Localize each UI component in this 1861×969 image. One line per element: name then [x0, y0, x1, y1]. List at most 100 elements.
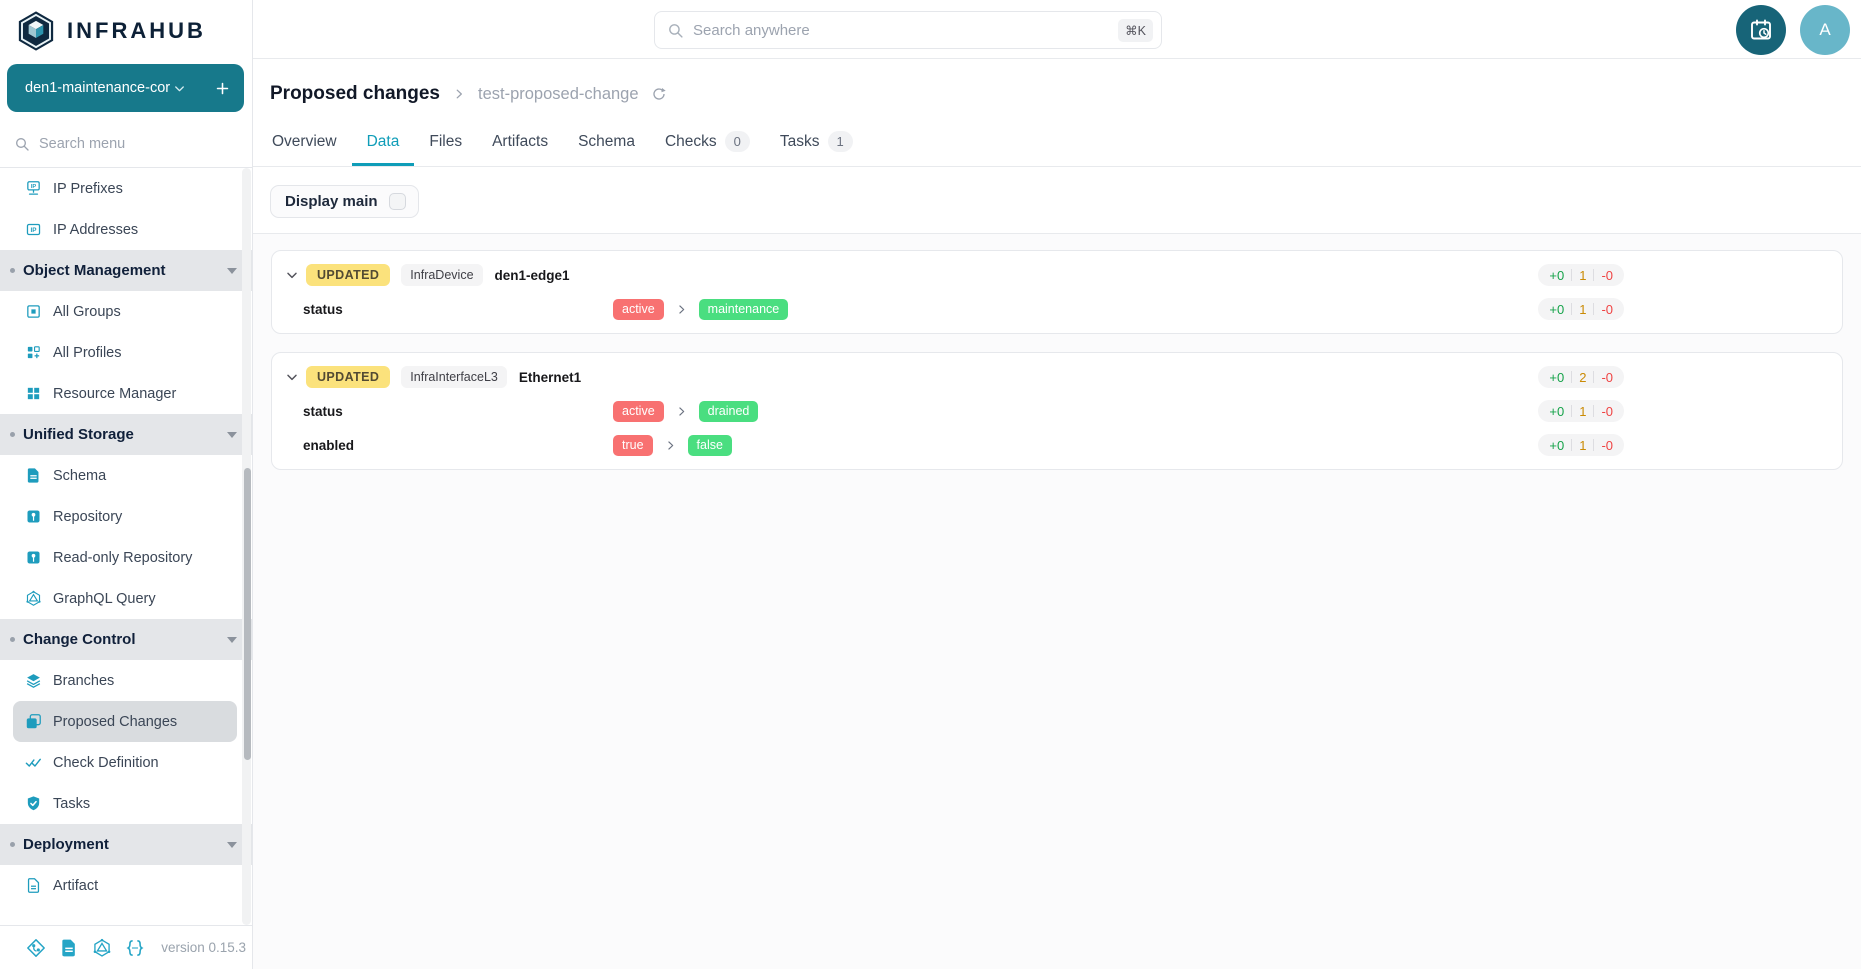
sidebar-item-tasks[interactable]: Tasks [0, 783, 252, 824]
branch-selector-value: den1-maintenance-cor [25, 80, 170, 96]
sidebar-item-repository[interactable]: Repository [0, 496, 252, 537]
all-profiles-icon [25, 344, 42, 361]
removed-count: -0 [1601, 268, 1613, 283]
breadcrumb: Proposed changes test-proposed-change [253, 59, 1861, 105]
sidebar-item-readonly-repository[interactable]: Read-only Repository [0, 537, 252, 578]
sidebar-item-all-profiles[interactable]: All Profiles [0, 332, 252, 373]
chevron-right-icon [675, 303, 688, 316]
updated-count: 1 [1579, 268, 1586, 283]
git-icon[interactable] [26, 938, 46, 958]
data-toolbar: Display main [253, 167, 1861, 233]
docs-icon[interactable] [59, 938, 79, 958]
added-count: +0 [1549, 438, 1564, 453]
tab-schema[interactable]: Schema [563, 118, 650, 166]
sidebar-menu: IP Prefixes IP Addresses Object Manageme… [0, 168, 252, 925]
diff-row-status[interactable]: status active maintenance +0 1 -0 [272, 295, 1842, 323]
graphql-sandbox-icon[interactable] [92, 938, 112, 958]
sidebar-section-change-control[interactable]: Change Control [0, 619, 252, 660]
avatar[interactable]: A [1800, 5, 1850, 55]
section-collapse-caret-icon [227, 637, 237, 643]
branch-selector[interactable]: den1-maintenance-cor [7, 64, 244, 112]
object-type-chip: InfraInterfaceL3 [401, 366, 507, 388]
object-type-chip: InfraDevice [401, 264, 482, 286]
tab-checks[interactable]: Checks 0 [650, 118, 765, 166]
global-search: ⌘K [654, 11, 1162, 49]
tab-data[interactable]: Data [352, 118, 415, 166]
json-braces-icon[interactable] [125, 938, 145, 958]
sidebar-item-all-groups[interactable]: All Groups [0, 291, 252, 332]
infrahub-hexagon-logo-icon [15, 9, 57, 53]
breadcrumb-section[interactable]: Proposed changes [270, 83, 440, 105]
change-counts-pill: +0 1 -0 [1538, 400, 1624, 422]
readonly-repository-icon [25, 549, 42, 566]
tasks-icon [25, 795, 42, 812]
sidebar-item-schema[interactable]: Schema [0, 455, 252, 496]
sidebar-item-label: Repository [53, 509, 122, 525]
diff-row-enabled[interactable]: enabled true false +0 1 -0 [272, 431, 1842, 459]
sidebar-item-ip-prefixes[interactable]: IP Prefixes [0, 168, 252, 209]
section-collapse-caret-icon [227, 842, 237, 848]
refresh-button[interactable] [651, 86, 667, 102]
sidebar-item-proposed-changes[interactable]: Proposed Changes [13, 701, 237, 742]
refresh-icon [651, 86, 667, 102]
sidebar-item-resource-manager[interactable]: Resource Manager [0, 373, 252, 414]
diff-row-status[interactable]: status active drained +0 1 -0 [272, 397, 1842, 425]
collapse-chevron-icon[interactable] [284, 267, 300, 283]
collapse-chevron-icon[interactable] [284, 369, 300, 385]
plus-icon [214, 80, 231, 97]
branches-icon [25, 672, 42, 689]
diff-card-header[interactable]: UPDATED InfraInterfaceL3 Ethernet1 +0 2 … [272, 363, 1842, 391]
added-count: +0 [1549, 404, 1564, 419]
tab-label: Overview [272, 133, 337, 151]
schedule-button[interactable] [1736, 5, 1786, 55]
chevron-down-icon [172, 81, 187, 96]
sidebar-item-graphql-query[interactable]: GraphQL Query [0, 578, 252, 619]
sidebar-item-label: Check Definition [53, 755, 159, 771]
ip-addresses-icon [25, 221, 42, 238]
tasks-count-badge: 1 [828, 131, 853, 152]
sidebar: INFRAHUB den1-maintenance-cor IP Prefixe… [0, 0, 253, 969]
breadcrumb-item: test-proposed-change [478, 85, 639, 104]
sidebar-item-label: Schema [53, 468, 106, 484]
resource-manager-icon [25, 385, 42, 402]
sidebar-scrollbar-thumb[interactable] [244, 468, 251, 760]
field-values: active drained [613, 401, 758, 422]
sidebar-item-check-definition[interactable]: Check Definition [0, 742, 252, 783]
status-badge: UPDATED [306, 264, 390, 286]
tab-files[interactable]: Files [414, 118, 477, 166]
schema-icon [25, 467, 42, 484]
change-counts-pill: +0 1 -0 [1538, 298, 1624, 320]
section-dot-icon [10, 268, 15, 273]
tab-label: Schema [578, 133, 635, 151]
tab-tasks[interactable]: Tasks 1 [765, 118, 868, 166]
count-separator [1593, 269, 1594, 281]
sidebar-search-input[interactable] [39, 136, 242, 152]
add-branch-button[interactable] [214, 80, 231, 97]
tab-artifacts[interactable]: Artifacts [477, 118, 563, 166]
tab-bar: Overview Data Files Artifacts Schema Che… [253, 118, 1861, 167]
sidebar-item-ip-addresses[interactable]: IP Addresses [0, 209, 252, 250]
diff-card-den1-edge1: UPDATED InfraDevice den1-edge1 +0 1 -0 s… [271, 250, 1843, 334]
sidebar-item-branches[interactable]: Branches [0, 660, 252, 701]
sidebar-section-label: Unified Storage [23, 426, 134, 443]
field-name: status [303, 302, 613, 317]
sidebar-section-unified-storage[interactable]: Unified Storage [0, 414, 252, 455]
new-value-chip: false [688, 435, 732, 456]
count-separator [1571, 439, 1572, 451]
section-dot-icon [10, 637, 15, 642]
global-search-input[interactable] [693, 22, 1109, 39]
sidebar-item-artifact[interactable]: Artifact [0, 865, 252, 906]
display-main-button[interactable]: Display main [270, 185, 419, 218]
diff-card-header[interactable]: UPDATED InfraDevice den1-edge1 +0 1 -0 [272, 261, 1842, 289]
app-logo[interactable]: INFRAHUB [0, 0, 252, 59]
all-groups-icon [25, 303, 42, 320]
change-counts-pill: +0 1 -0 [1538, 264, 1624, 286]
sidebar-section-object-management[interactable]: Object Management [0, 250, 252, 291]
count-separator [1593, 371, 1594, 383]
count-separator [1571, 303, 1572, 315]
section-collapse-caret-icon [227, 268, 237, 274]
count-separator [1571, 371, 1572, 383]
display-main-toggle[interactable] [389, 193, 406, 210]
tab-overview[interactable]: Overview [257, 118, 352, 166]
sidebar-section-deployment[interactable]: Deployment [0, 824, 252, 865]
